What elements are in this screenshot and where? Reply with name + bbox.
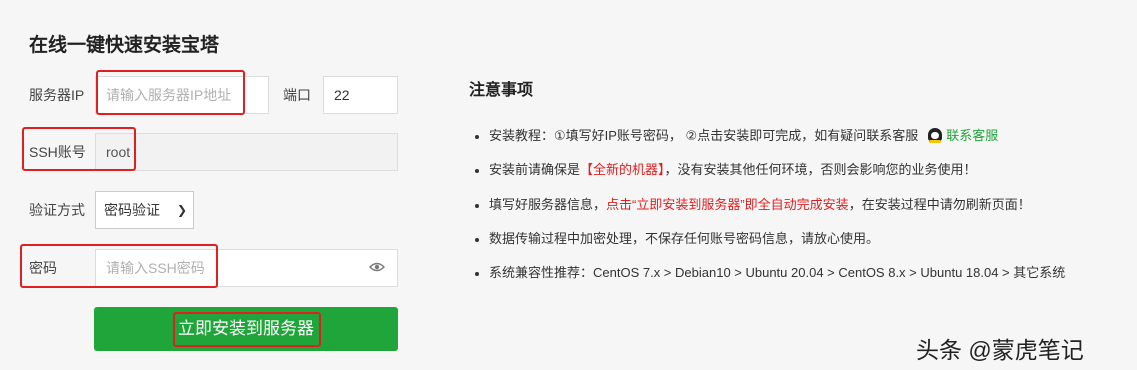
watermark: 头条 @蒙虎笔记 <box>916 337 1084 363</box>
highlight-box-button <box>173 312 321 347</box>
bullet-icon <box>475 271 479 276</box>
port-input[interactable]: 22 <box>323 76 398 114</box>
highlight-box-ssh <box>22 127 136 171</box>
auth-method-select[interactable]: 密码验证 ❯ <box>95 191 194 229</box>
note-item-fill-info: 填写好服务器信息，点击“立即安装到服务器”即全自动完成安装，在安装过程中请勿刷新… <box>475 194 1031 213</box>
page-title: 在线一键快速安装宝塔 <box>29 35 220 56</box>
notes-title: 注意事项 <box>469 82 534 99</box>
bullet-icon <box>475 134 479 139</box>
bullet-icon <box>475 203 479 208</box>
highlight-box-password <box>20 244 218 288</box>
auth-method-label: 验证方式 <box>29 202 85 218</box>
server-ip-label: 服务器IP <box>29 87 85 103</box>
ssh-account-input[interactable]: root <box>95 133 398 171</box>
note-item-new-machine: 安装前请确保是【全新的机器】，没有安装其他任何环境，否则会影响您的业务使用！ <box>475 159 977 178</box>
port-label: 端口 <box>283 87 311 103</box>
eye-icon[interactable] <box>369 262 385 272</box>
qq-icon <box>928 128 943 143</box>
note-item-encryption: 数据传输过程中加密处理，不保存任何账号密码信息，请放心使用。 <box>475 228 879 247</box>
auth-method-value: 密码验证 <box>104 202 160 218</box>
bullet-icon <box>475 168 479 173</box>
note-item-tutorial: 安装教程：①填写好IP账号密码， ②点击安装即可完成，如有疑问联系客服 联系客服 <box>475 125 998 144</box>
note-item-compatibility: 系统兼容性推荐：CentOS 7.x > Debian10 > Ubuntu 2… <box>475 262 1065 281</box>
bullet-icon <box>475 237 479 242</box>
contact-support-link[interactable]: 联系客服 <box>946 128 998 143</box>
chevron-down-icon: ❯ <box>176 203 187 217</box>
highlight-box-ip <box>96 70 245 115</box>
